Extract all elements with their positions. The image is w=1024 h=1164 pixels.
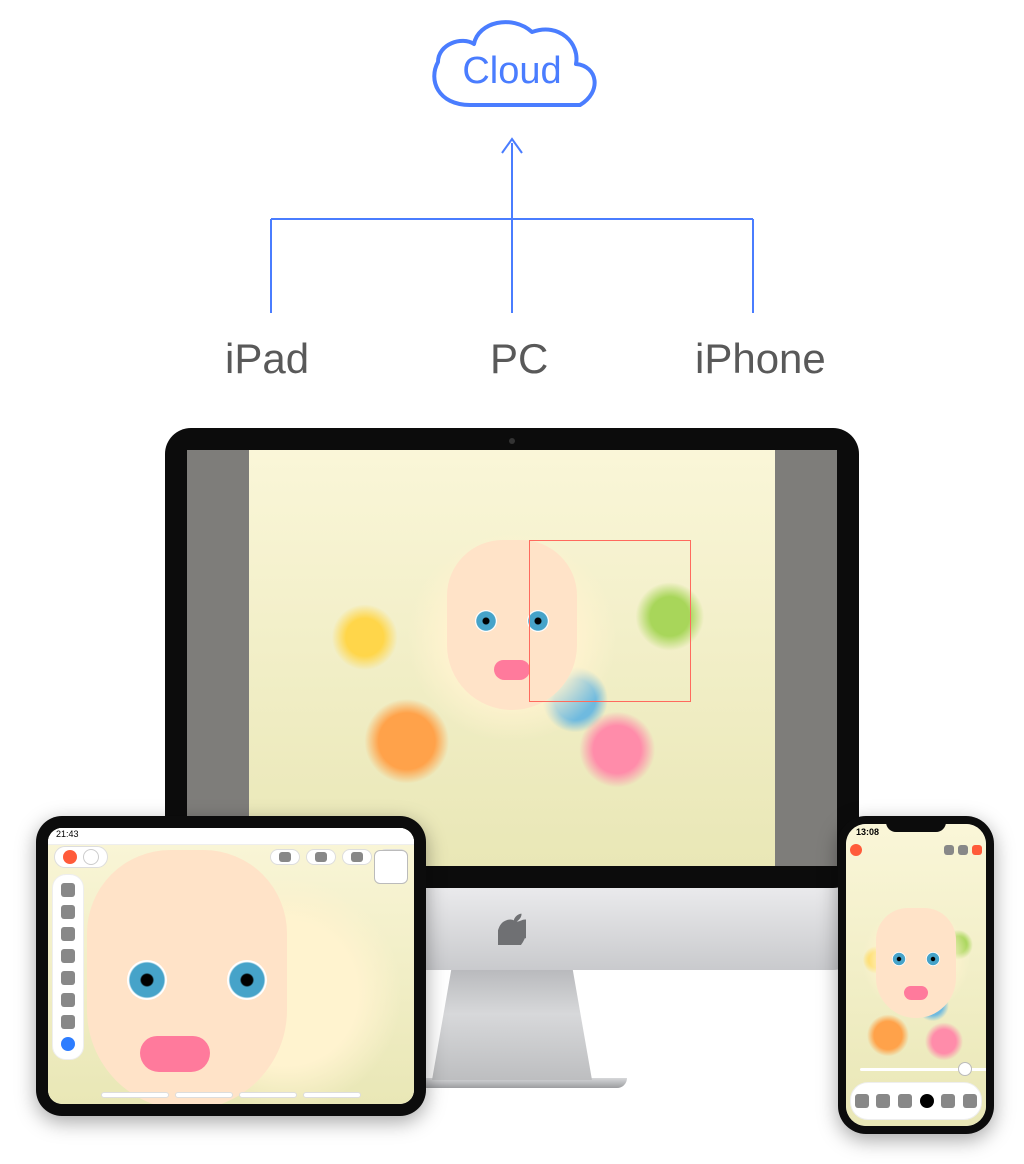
undo-icon	[279, 852, 291, 862]
pc-canvas	[249, 450, 775, 866]
cloud-sync-diagram: Cloud iPad PC iPhone	[0, 0, 1024, 430]
layer-thumbnail[interactable]	[374, 850, 408, 884]
crop-tool-icon[interactable]	[61, 927, 75, 941]
redo-icon[interactable]	[958, 845, 968, 855]
layers-button[interactable]	[342, 849, 372, 865]
pc-screen	[187, 450, 837, 866]
redo-button[interactable]	[306, 849, 336, 865]
ipad-color-pill[interactable]	[54, 846, 108, 868]
iphone-bottom-toolbar	[850, 1082, 982, 1120]
artwork-face	[87, 850, 287, 1104]
connector-lines	[231, 125, 793, 325]
ipad-bottom-bar	[48, 1092, 414, 1098]
artwork-face	[876, 908, 956, 1018]
label-pc: PC	[490, 335, 548, 383]
bottom-pill[interactable]	[175, 1092, 233, 1098]
brush-size-slider[interactable]	[860, 1062, 972, 1076]
bottom-pill[interactable]	[101, 1092, 169, 1098]
brush-tool-icon[interactable]	[61, 949, 75, 963]
bottom-pill[interactable]	[239, 1092, 297, 1098]
redo-icon	[315, 852, 327, 862]
ipad-tool-rail	[52, 874, 84, 1060]
iphone-status-bar: 13:08	[846, 824, 986, 842]
tool-icon[interactable]	[963, 1094, 977, 1108]
label-iphone: iPhone	[695, 335, 826, 383]
iphone-mockup: 13:08	[838, 816, 994, 1134]
device-mockups: 21:43	[0, 428, 1024, 1158]
ipad-mockup: 21:43	[36, 816, 426, 1116]
undo-button[interactable]	[270, 849, 300, 865]
ipad-screen: 21:43	[48, 828, 414, 1104]
layers-icon[interactable]	[972, 845, 982, 855]
undo-icon[interactable]	[944, 845, 954, 855]
color-swatch-icon	[63, 850, 77, 864]
ipad-status-bar: 21:43	[48, 828, 414, 845]
iphone-time: 13:08	[856, 827, 879, 837]
color-swatch-icon	[83, 849, 99, 865]
pc-stand	[432, 970, 592, 1080]
brush-tool-icon[interactable]	[920, 1094, 934, 1108]
fill-tool-icon[interactable]	[61, 993, 75, 1007]
move-tool-icon[interactable]	[61, 883, 75, 897]
text-tool-icon[interactable]	[61, 1015, 75, 1029]
color-swatch-icon[interactable]	[850, 844, 862, 856]
apple-logo-icon	[498, 913, 526, 945]
layers-icon	[351, 852, 363, 862]
cloud-icon	[420, 10, 604, 120]
ipad-canvas	[48, 828, 414, 1104]
active-tool-icon[interactable]	[61, 1037, 75, 1051]
select-tool-icon[interactable]	[61, 905, 75, 919]
tool-icon[interactable]	[855, 1094, 869, 1108]
tool-icon[interactable]	[898, 1094, 912, 1108]
iphone-screen: 13:08	[846, 824, 986, 1126]
label-ipad: iPad	[225, 335, 309, 383]
ipad-toolbar	[54, 846, 408, 868]
iphone-canvas	[846, 824, 986, 1126]
tool-icon[interactable]	[941, 1094, 955, 1108]
iphone-top-toolbar	[850, 844, 982, 856]
bottom-pill[interactable]	[303, 1092, 361, 1098]
eraser-tool-icon[interactable]	[61, 971, 75, 985]
tool-icon[interactable]	[876, 1094, 890, 1108]
ipad-time: 21:43	[56, 829, 79, 839]
selection-rectangle[interactable]	[529, 540, 691, 702]
ipad-right-panel	[374, 850, 408, 884]
